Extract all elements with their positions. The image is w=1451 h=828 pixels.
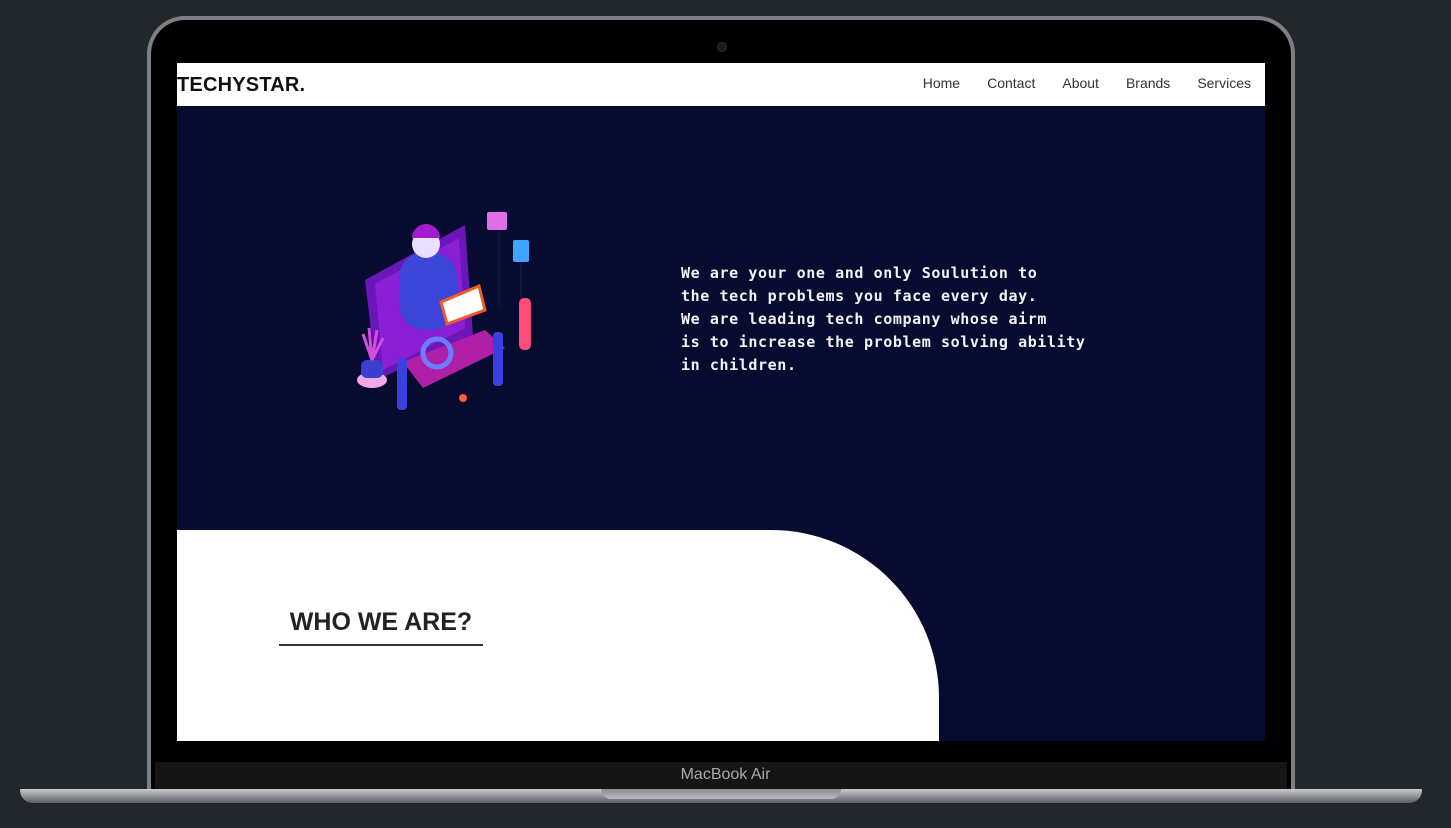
figure-left	[397, 358, 407, 410]
nav-link-about[interactable]: About	[1062, 75, 1099, 91]
figure-right	[519, 298, 531, 350]
brand-logo[interactable]: TECHYSTAR.	[177, 74, 305, 97]
plant-pot-body	[361, 360, 383, 378]
nav-link-brands[interactable]: Brands	[1126, 75, 1170, 91]
section-title: WHO WE ARE?	[279, 608, 483, 646]
desktop-background: TECHYSTAR. Home Contact About Brands Ser…	[0, 0, 1451, 828]
nav-link-home[interactable]: Home	[923, 75, 960, 91]
tech-support-illustration	[357, 212, 531, 410]
hero-text: We are your one and only Soulution to th…	[681, 264, 1086, 374]
nav-link-contact[interactable]: Contact	[987, 75, 1035, 91]
camera-icon	[717, 42, 727, 52]
nav-links: Home Contact About Brands Services	[923, 75, 1251, 91]
chat-bubble-icon-2	[513, 240, 529, 262]
figure-middle	[493, 332, 503, 386]
device-label: MacBook Air	[680, 766, 771, 783]
headset-icon	[412, 224, 440, 238]
laptop-base-notch	[601, 789, 841, 799]
nav-link-services[interactable]: Services	[1197, 75, 1251, 91]
navbar: TECHYSTAR. Home Contact About Brands Ser…	[177, 63, 1265, 106]
chat-bubble-icon	[487, 212, 507, 230]
hero-section: We are your one and only Soulution to th…	[177, 106, 1265, 529]
dot-decoration	[459, 394, 467, 402]
